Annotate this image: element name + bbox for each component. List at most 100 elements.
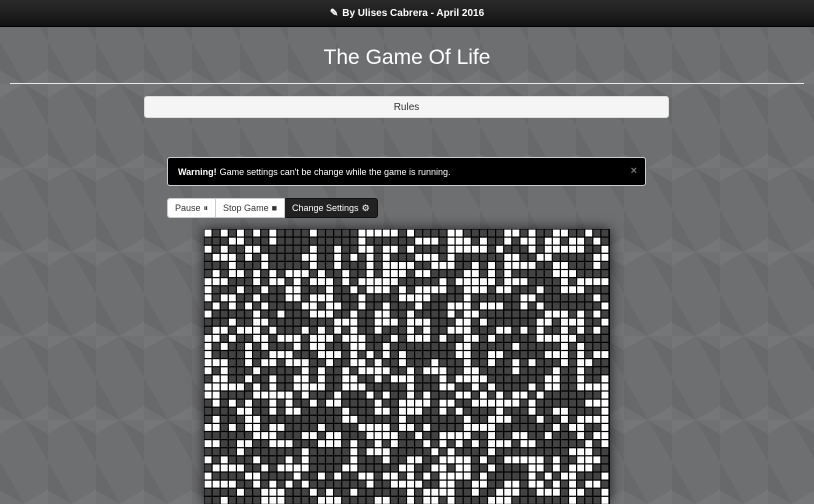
dead-cell[interactable] <box>309 237 317 245</box>
dead-cell[interactable] <box>544 367 552 375</box>
alive-cell[interactable] <box>358 343 366 350</box>
dead-cell[interactable] <box>504 359 512 367</box>
dead-cell[interactable] <box>488 488 495 496</box>
alive-cell[interactable] <box>318 383 325 391</box>
dead-cell[interactable] <box>350 472 358 480</box>
dead-cell[interactable] <box>293 496 301 504</box>
dead-cell[interactable] <box>366 407 374 415</box>
dead-cell[interactable] <box>285 278 293 286</box>
dead-cell[interactable] <box>228 367 236 375</box>
dead-cell[interactable] <box>512 448 520 456</box>
alive-cell[interactable] <box>561 286 568 294</box>
alive-cell[interactable] <box>601 351 609 358</box>
dead-cell[interactable] <box>237 359 244 367</box>
dead-cell[interactable] <box>358 415 366 423</box>
dead-cell[interactable] <box>504 245 512 253</box>
dead-cell[interactable] <box>439 237 447 245</box>
alive-cell[interactable] <box>326 399 333 407</box>
alive-cell[interactable] <box>512 278 520 286</box>
alive-cell[interactable] <box>382 407 390 415</box>
alive-cell[interactable] <box>504 262 512 269</box>
dead-cell[interactable] <box>285 237 293 245</box>
dead-cell[interactable] <box>544 343 552 350</box>
dead-cell[interactable] <box>342 343 350 350</box>
alive-cell[interactable] <box>326 302 333 310</box>
dead-cell[interactable] <box>285 326 293 334</box>
alive-cell[interactable] <box>334 496 342 504</box>
alive-cell[interactable] <box>399 375 406 383</box>
dead-cell[interactable] <box>228 245 236 253</box>
alive-cell[interactable] <box>293 383 301 391</box>
dead-cell[interactable] <box>569 415 576 423</box>
alive-cell[interactable] <box>577 488 585 496</box>
alive-cell[interactable] <box>261 253 269 261</box>
dead-cell[interactable] <box>212 351 220 358</box>
dead-cell[interactable] <box>261 270 269 277</box>
dead-cell[interactable] <box>390 496 398 504</box>
dead-cell[interactable] <box>488 253 495 261</box>
dead-cell[interactable] <box>447 391 455 399</box>
alive-cell[interactable] <box>399 286 406 294</box>
dead-cell[interactable] <box>309 359 317 367</box>
dead-cell[interactable] <box>463 480 471 488</box>
dead-cell[interactable] <box>326 262 333 269</box>
alive-cell[interactable] <box>463 245 471 253</box>
dead-cell[interactable] <box>334 237 342 245</box>
alive-cell[interactable] <box>463 415 471 423</box>
dead-cell[interactable] <box>245 278 252 286</box>
alive-cell[interactable] <box>407 383 414 391</box>
alive-cell[interactable] <box>585 415 593 423</box>
alive-cell[interactable] <box>407 399 414 407</box>
alive-cell[interactable] <box>601 415 609 423</box>
alive-cell[interactable] <box>480 302 487 310</box>
alive-cell[interactable] <box>212 399 220 407</box>
alive-cell[interactable] <box>245 326 252 334</box>
dead-cell[interactable] <box>399 367 406 375</box>
dead-cell[interactable] <box>245 286 252 294</box>
alive-cell[interactable] <box>447 456 455 464</box>
dead-cell[interactable] <box>439 448 447 456</box>
dead-cell[interactable] <box>350 424 358 431</box>
alive-cell[interactable] <box>269 424 277 431</box>
dead-cell[interactable] <box>407 278 414 286</box>
dead-cell[interactable] <box>237 294 244 302</box>
alive-cell[interactable] <box>269 383 277 391</box>
dead-cell[interactable] <box>536 359 544 367</box>
alive-cell[interactable] <box>439 399 447 407</box>
dead-cell[interactable] <box>577 294 585 302</box>
dead-cell[interactable] <box>463 229 471 237</box>
game-board[interactable] <box>204 229 610 504</box>
alive-cell[interactable] <box>447 262 455 269</box>
dead-cell[interactable] <box>423 448 431 456</box>
dead-cell[interactable] <box>390 310 398 318</box>
alive-cell[interactable] <box>561 351 568 358</box>
alive-cell[interactable] <box>455 351 463 358</box>
dead-cell[interactable] <box>334 310 342 318</box>
alive-cell[interactable] <box>350 383 358 391</box>
alive-cell[interactable] <box>552 245 560 253</box>
dead-cell[interactable] <box>488 245 495 253</box>
dead-cell[interactable] <box>463 399 471 407</box>
dead-cell[interactable] <box>350 294 358 302</box>
alive-cell[interactable] <box>285 391 293 399</box>
alive-cell[interactable] <box>415 237 423 245</box>
dead-cell[interactable] <box>301 262 309 269</box>
alive-cell[interactable] <box>463 278 471 286</box>
dead-cell[interactable] <box>293 424 301 431</box>
alive-cell[interactable] <box>374 310 382 318</box>
alive-cell[interactable] <box>407 424 414 431</box>
alive-cell[interactable] <box>228 318 236 326</box>
alive-cell[interactable] <box>366 286 374 294</box>
dead-cell[interactable] <box>577 302 585 310</box>
dead-cell[interactable] <box>496 383 504 391</box>
dead-cell[interactable] <box>593 472 601 480</box>
dead-cell[interactable] <box>334 367 342 375</box>
dead-cell[interactable] <box>561 399 568 407</box>
dead-cell[interactable] <box>423 310 431 318</box>
alive-cell[interactable] <box>358 359 366 367</box>
dead-cell[interactable] <box>520 399 528 407</box>
dead-cell[interactable] <box>423 415 431 423</box>
alive-cell[interactable] <box>601 383 609 391</box>
dead-cell[interactable] <box>439 310 447 318</box>
dead-cell[interactable] <box>245 456 252 464</box>
